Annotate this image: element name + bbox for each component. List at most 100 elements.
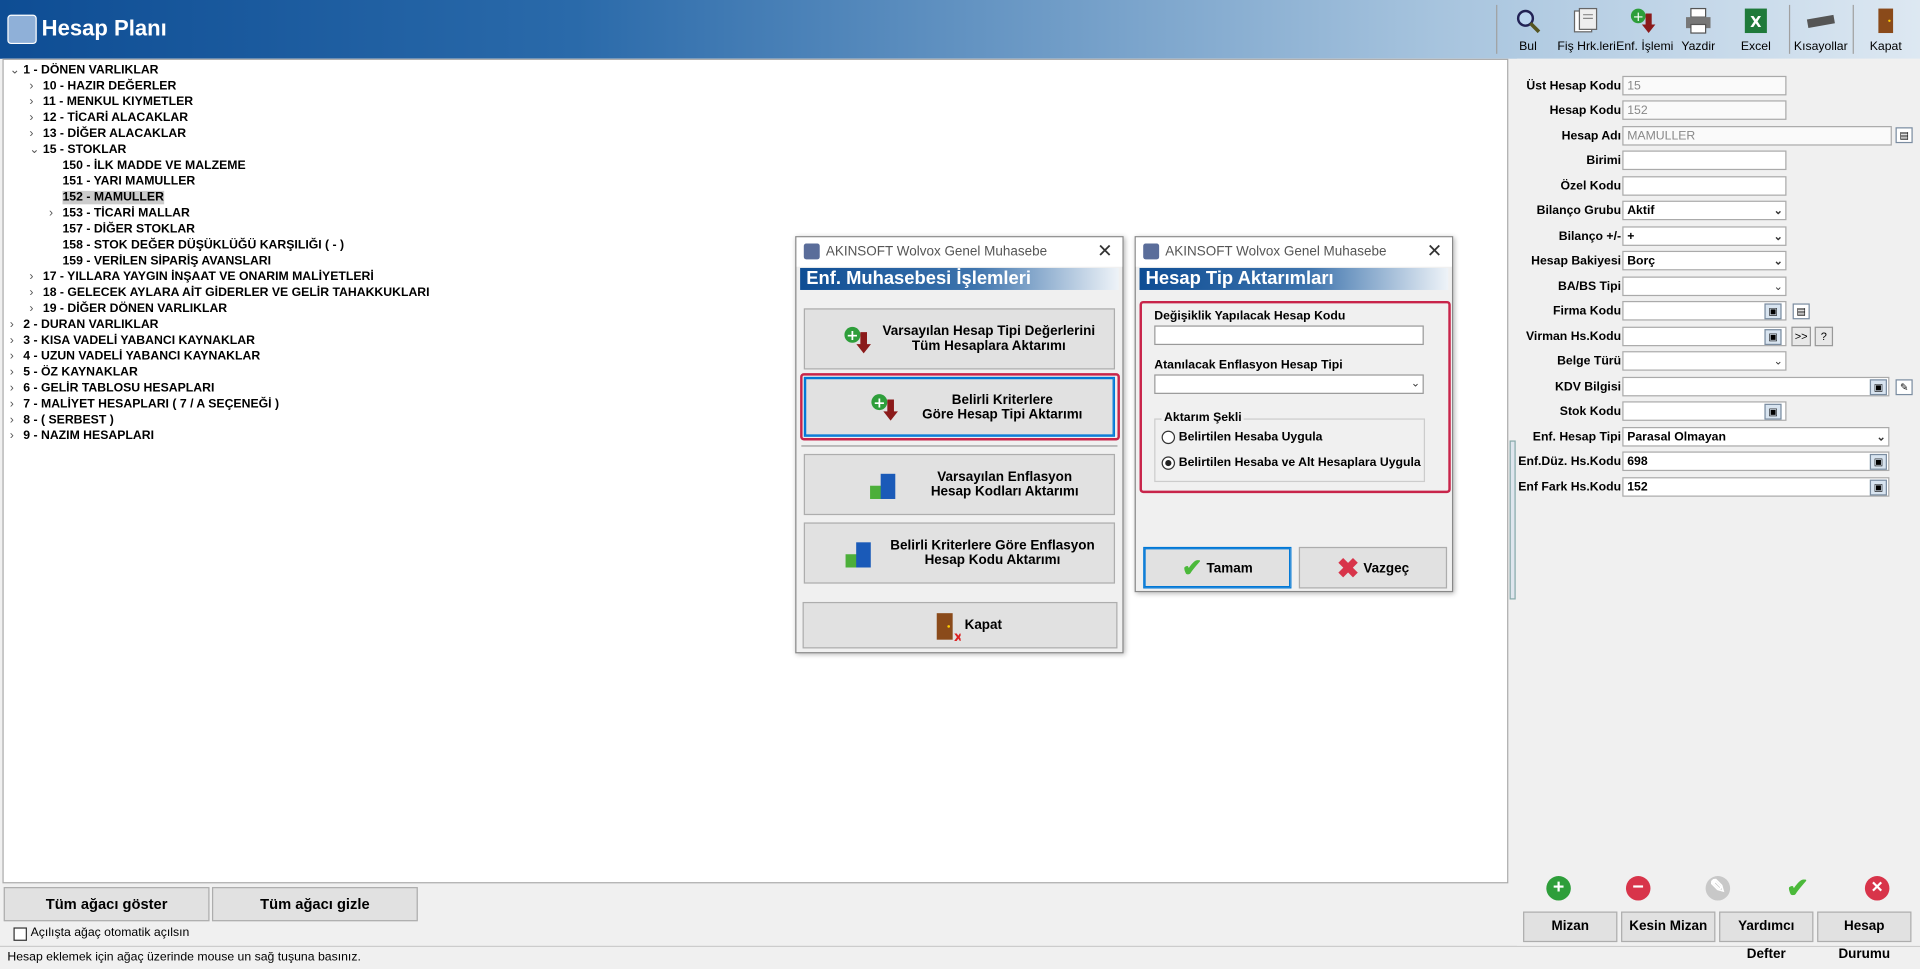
hesap-kodu-field[interactable]: 152 — [1622, 100, 1787, 120]
mizan-button[interactable]: Mizan — [1523, 911, 1618, 943]
kdv-bilgisi-field[interactable] — [1622, 376, 1890, 397]
close-button[interactable]: Kapat — [1862, 2, 1909, 56]
lookup-icon[interactable]: ▣ — [1869, 479, 1887, 496]
chevron-right-icon[interactable]: › — [49, 206, 62, 222]
chevron-right-icon[interactable]: › — [10, 365, 23, 381]
chevron-down-icon[interactable]: ⌄ — [29, 142, 42, 158]
close-icon[interactable]: ✕ — [1097, 240, 1112, 262]
enflasyon-tipi-select[interactable]: ⌄ — [1154, 374, 1424, 394]
chevron-right-icon[interactable]: › — [10, 428, 23, 444]
ozel-kodu-field[interactable] — [1622, 176, 1787, 196]
ba-bs-tipi-select[interactable]: ⌄ — [1622, 276, 1787, 297]
chevron-down-icon[interactable]: ⌄ — [10, 62, 23, 78]
tree-node[interactable]: 150 - İLK MADDE VE MALZEME — [49, 158, 245, 174]
chevron-right-icon[interactable]: › — [29, 78, 42, 94]
virman-forward-button[interactable]: >> — [1791, 326, 1811, 347]
add-icon[interactable]: + — [1546, 876, 1571, 901]
tree-node[interactable]: ⌄ 15 - STOKLAR — [29, 142, 126, 158]
default-type-transfer-button[interactable]: + Varsayılan Hesap Tipi Değerlerini Tüm H… — [803, 308, 1116, 370]
tree-node[interactable]: › 8 - ( SERBEST ) — [10, 412, 114, 428]
hesap-kodu-input[interactable] — [1154, 325, 1424, 346]
radio-apply-account[interactable] — [1161, 430, 1176, 445]
auto-open-checkbox[interactable] — [13, 927, 27, 941]
tree-node[interactable]: › 4 - UZUN VADELİ YABANCI KAYNAKLAR — [10, 349, 260, 365]
tree-node[interactable]: › 18 - GELECEK AYLARA AİT GİDERLER VE GEL… — [29, 285, 429, 301]
tree-node[interactable]: ⌄ 1 - DÖNEN VARLIKLAR — [10, 62, 159, 78]
chevron-right-icon[interactable]: › — [29, 269, 42, 285]
tree-node[interactable]: › 3 - KISA VADELİ YABANCI KAYNAKLAR — [10, 333, 255, 349]
virman-kodu-field[interactable] — [1622, 326, 1787, 347]
lookup-icon[interactable]: ▣ — [1764, 403, 1782, 420]
tree-node[interactable]: › 10 - HAZIR DEĞERLER — [29, 78, 176, 94]
chevron-right-icon[interactable]: › — [10, 333, 23, 349]
bilanco-grubu-select[interactable]: Aktif ⌄ — [1622, 200, 1787, 221]
bilanco-pm-select[interactable]: + ⌄ — [1622, 226, 1787, 246]
stok-kodu-field[interactable] — [1622, 401, 1787, 421]
hesap-durumu-button[interactable]: Hesap Durumu — [1817, 911, 1912, 962]
tree-node[interactable]: › 19 - DİĞER DÖNEN VARLIKLAR — [29, 301, 227, 317]
help-button[interactable]: ? — [1814, 326, 1834, 347]
birimi-field[interactable] — [1622, 150, 1787, 171]
criteria-inflation-codes-button[interactable]: Belirli Kriterlere Göre Enflasyon Hesap K… — [803, 522, 1116, 584]
chevron-right-icon[interactable]: › — [10, 349, 23, 365]
hide-all-tree-button[interactable]: Tüm ağacı gizle — [211, 887, 418, 922]
tree-node[interactable]: 152 - MAMULLER — [49, 190, 164, 206]
document-icon[interactable]: ▤ — [1895, 127, 1913, 144]
tree-node[interactable]: › 12 - TİCARİ ALACAKLAR — [29, 110, 188, 126]
tree-node[interactable]: › 5 - ÖZ KAYNAKLAR — [10, 365, 138, 381]
remove-icon[interactable]: − — [1625, 876, 1651, 901]
hesap-bakiyesi-select[interactable]: Borç ⌄ — [1622, 250, 1787, 271]
find-button[interactable]: Bul — [1505, 2, 1552, 56]
yardimci-defter-button[interactable]: Yardımcı Defter — [1719, 911, 1814, 962]
chevron-right-icon[interactable]: › — [29, 285, 42, 301]
enf-islemi-button[interactable]: + Enf. İşlemi — [1616, 2, 1673, 56]
enf-duz-kodu-field[interactable]: 698 — [1622, 451, 1890, 472]
chevron-right-icon[interactable]: › — [10, 381, 23, 397]
chevron-right-icon[interactable]: › — [10, 396, 23, 412]
criteria-type-transfer-button[interactable]: + Belirli Kriterlere Göre Hesap Tipi Akta… — [803, 376, 1116, 437]
enf-hesap-tipi-select[interactable]: Parasal Olmayan ⌄ — [1622, 427, 1890, 447]
document-icon[interactable]: ▤ — [1792, 303, 1810, 320]
lookup-icon[interactable]: ▣ — [1869, 379, 1887, 396]
chevron-right-icon[interactable]: › — [29, 110, 42, 126]
chevron-right-icon[interactable]: › — [29, 94, 42, 110]
tree-node[interactable]: 151 - YARI MAMULLER — [49, 174, 195, 190]
fis-hareketleri-button[interactable]: Fiş Hrk.leri — [1557, 2, 1616, 56]
hesap-adi-field[interactable]: MAMULLER — [1622, 126, 1892, 146]
cancel-button[interactable]: ✖ Vazgeç — [1298, 546, 1448, 589]
dialog-close-button[interactable]: x Kapat — [802, 601, 1118, 649]
tree-node[interactable]: › 17 - YILLARA YAYGIN İNŞAAT VE ONARIM MA… — [29, 269, 373, 285]
radio-apply-sub-accounts[interactable] — [1161, 456, 1176, 470]
edit-pencil-icon[interactable]: ✎ — [1895, 379, 1913, 396]
lookup-icon[interactable]: ▣ — [1869, 453, 1887, 470]
tree-node[interactable]: › 7 - MALİYET HESAPLARI ( 7 / A SEÇENEĞİ … — [10, 396, 279, 412]
close-icon[interactable]: ✕ — [1427, 240, 1442, 262]
tree-node[interactable]: › 11 - MENKUL KIYMETLER — [29, 94, 193, 110]
edit-icon[interactable]: ✎ — [1705, 876, 1731, 901]
enf-fark-kodu-field[interactable]: 152 — [1622, 477, 1890, 497]
kesin-mizan-button[interactable]: Kesin Mizan — [1621, 911, 1716, 943]
chevron-right-icon[interactable]: › — [29, 301, 42, 317]
lookup-icon[interactable]: ▣ — [1764, 329, 1782, 346]
tree-node[interactable]: › 153 - TİCARİ MALLAR — [49, 206, 190, 222]
excel-button[interactable]: X Excel — [1733, 2, 1780, 56]
cancel-icon[interactable]: × — [1864, 876, 1890, 901]
save-check-icon[interactable]: ✔ — [1785, 874, 1810, 901]
tree-node[interactable]: 158 - STOK DEĞER DÜŞÜKLÜĞÜ KARŞILIĞI ( -… — [49, 237, 344, 253]
tree-node[interactable]: 157 - DİĞER STOKLAR — [49, 221, 195, 237]
show-all-tree-button[interactable]: Tüm ağacı göster — [3, 887, 210, 922]
chevron-right-icon[interactable]: › — [10, 317, 23, 333]
tree-node[interactable]: › 6 - GELİR TABLOSU HESAPLARI — [10, 381, 215, 397]
ok-button[interactable]: ✔ Tamam — [1143, 546, 1292, 589]
tree-node[interactable]: › 13 - DİĞER ALACAKLAR — [29, 126, 186, 142]
tree-node[interactable]: 159 - VERİLEN SİPARİŞ AVANSLARI — [49, 253, 271, 269]
panel-splitter[interactable] — [1509, 440, 1516, 600]
default-inflation-codes-button[interactable]: Varsayılan Enflasyon Hesap Kodları Aktarı… — [803, 453, 1116, 516]
tree-node[interactable]: › 9 - NAZIM HESAPLARI — [10, 428, 154, 444]
tree-node[interactable]: › 2 - DURAN VARLIKLAR — [10, 317, 159, 333]
firma-kodu-field[interactable] — [1622, 300, 1787, 321]
belge-turu-select[interactable]: ⌄ — [1622, 351, 1787, 371]
ust-hesap-kodu-field[interactable]: 15 — [1622, 75, 1787, 96]
chevron-right-icon[interactable]: › — [29, 126, 42, 142]
print-button[interactable]: Yazdir — [1676, 2, 1720, 56]
